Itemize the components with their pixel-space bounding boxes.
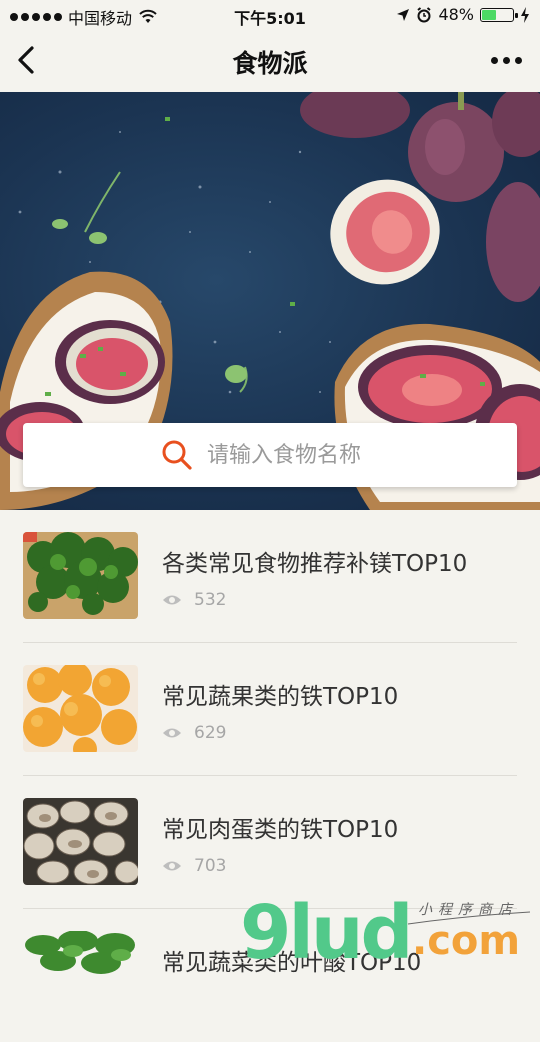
search-icon — [162, 440, 192, 470]
battery-percent: 48% — [438, 5, 474, 24]
list-item[interactable]: 常见蔬果类的铁TOP10 629 — [0, 643, 540, 776]
view-count-value: 703 — [194, 856, 227, 876]
more-options-icon[interactable] — [486, 46, 526, 74]
view-count: 703 — [162, 856, 226, 876]
status-bar: 中国移动 下午5:01 48% — [0, 0, 540, 30]
leafy-greens-thumbnail — [23, 532, 138, 619]
status-right: 48% — [396, 5, 530, 24]
item-title: 常见蔬菜类的叶酸TOP10 — [162, 950, 422, 976]
nav-bar: 食物派 — [0, 30, 540, 92]
eye-icon — [163, 861, 181, 871]
list-item[interactable]: 各类常见食物推荐补镁TOP10 532 — [0, 510, 540, 643]
hero-banner — [0, 92, 540, 510]
item-title: 常见肉蛋类的铁TOP10 — [162, 817, 399, 843]
clams-thumbnail — [23, 798, 138, 885]
page-title: 食物派 — [232, 49, 308, 78]
eye-icon — [163, 728, 181, 738]
charging-bolt-icon — [521, 6, 529, 23]
item-title: 各类常见食物推荐补镁TOP10 — [162, 551, 468, 577]
eye-icon — [163, 595, 181, 605]
view-count-value: 629 — [194, 723, 227, 743]
apricots-thumbnail — [23, 665, 138, 752]
list-item[interactable]: 常见蔬菜类的叶酸TOP10 — [0, 909, 540, 1042]
battery-icon — [480, 7, 518, 22]
view-count-value: 532 — [194, 590, 227, 610]
view-count: 532 — [162, 590, 226, 610]
article-list: 各类常见食物推荐补镁TOP10 532 常见蔬果类的铁TOP10 629 常见肉… — [0, 510, 540, 1042]
battery-level — [482, 9, 496, 20]
view-count: 629 — [162, 723, 226, 743]
spinach-thumbnail — [23, 931, 138, 1018]
search-input[interactable] — [205, 441, 509, 469]
location-arrow-icon — [397, 8, 410, 21]
alarm-clock-icon — [417, 6, 432, 22]
list-item[interactable]: 常见肉蛋类的铁TOP10 703 — [0, 776, 540, 909]
item-title: 常见蔬果类的铁TOP10 — [162, 684, 399, 710]
search-box[interactable] — [23, 423, 517, 487]
